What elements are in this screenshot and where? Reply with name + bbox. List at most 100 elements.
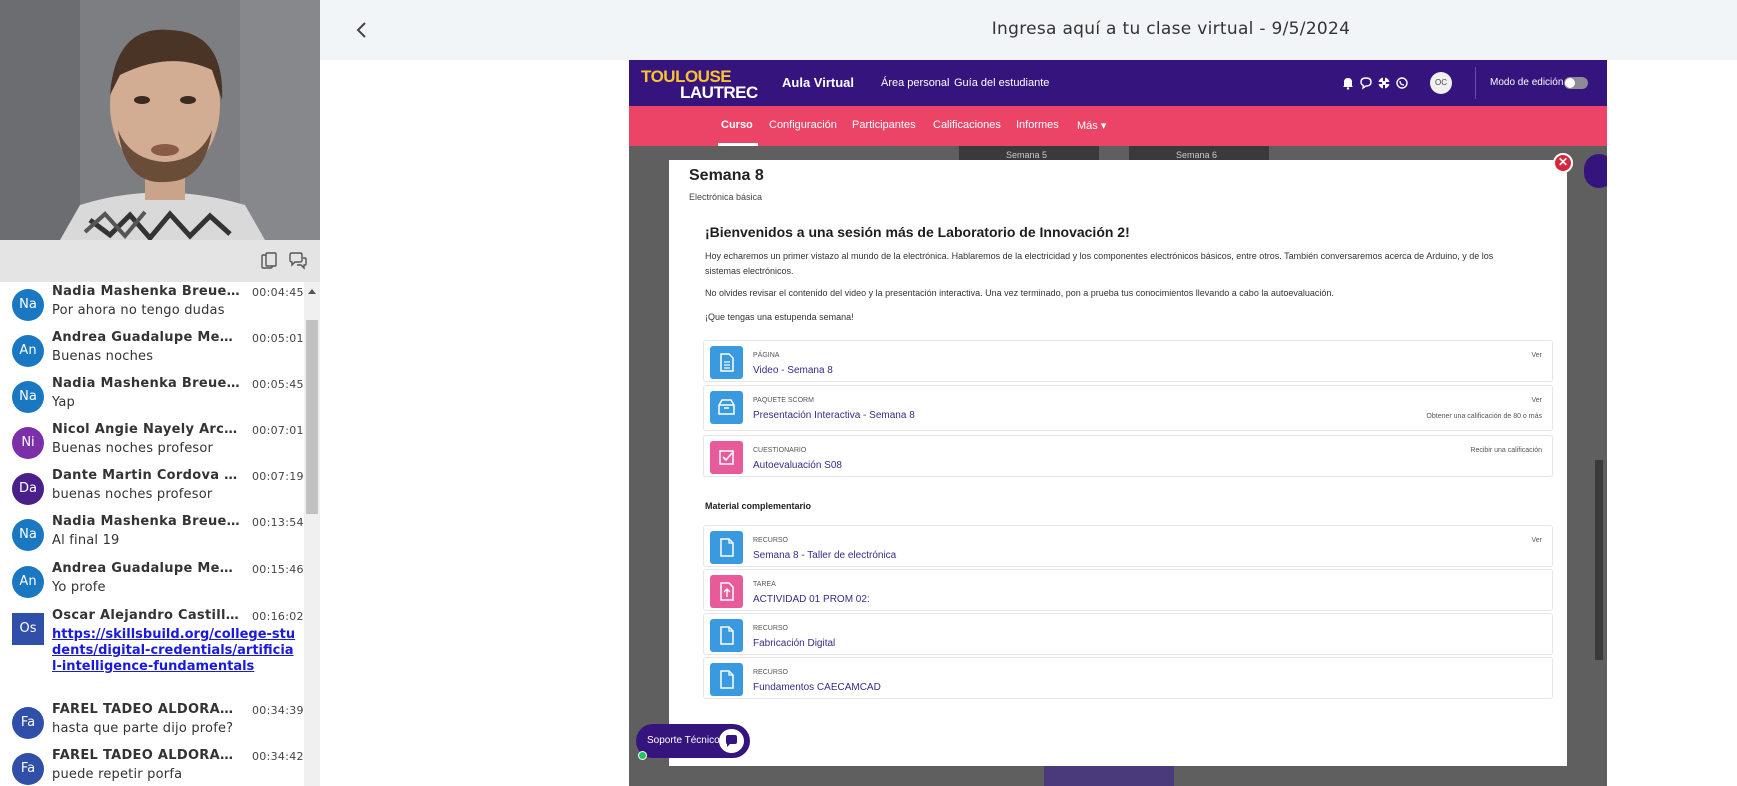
session-title: Ingresa aquí a tu clase virtual - 9/5/20…: [991, 19, 1351, 39]
activity-link[interactable]: Autoevaluación S08: [753, 460, 842, 471]
tab-configuracion[interactable]: Configuración: [769, 119, 837, 131]
edit-mode-toggle[interactable]: [1564, 77, 1588, 89]
intro-paragraph: Hoy echaremos un primer vistazo al mundo…: [705, 251, 1494, 276]
chat-bubbles-icon[interactable]: [288, 251, 308, 271]
navbar-divider: [1475, 67, 1476, 99]
file-icon: [710, 531, 743, 564]
assignment-icon: [710, 575, 743, 608]
message-link[interactable]: https://skillsbuild.org/college-students…: [52, 627, 298, 675]
help-lifebuoy-icon[interactable]: [1377, 76, 1391, 90]
section-heading: Material complementario: [705, 501, 812, 511]
bell-icon[interactable]: [1341, 76, 1355, 90]
completion-requirement: Ver: [1531, 397, 1542, 404]
avatar: Na: [12, 289, 44, 321]
sender-name: FAREL TADEO ALDORAD...: [52, 748, 242, 763]
copy-icon[interactable]: [259, 251, 279, 271]
close-icon[interactable]: ✕: [1553, 153, 1573, 173]
sender-name: FAREL TADEO ALDORAD...: [52, 702, 242, 717]
chat-message: Na Nadia Mashenka Breuer ... 00:05:45 Yap: [0, 374, 304, 420]
tab-calificaciones[interactable]: Calificaciones: [933, 119, 1001, 131]
avatar: Ni: [12, 427, 44, 459]
activity-link[interactable]: Video - Semana 8: [753, 365, 833, 376]
message-timestamp: 00:05:45: [252, 378, 304, 391]
activity-row[interactable]: PÁGINA Video - Semana 8 Ver: [703, 340, 1553, 382]
chevron-down-icon: ▾: [1100, 120, 1107, 132]
drawer-toggle[interactable]: [1584, 154, 1607, 188]
session-header: Ingresa aquí a tu clase virtual - 9/5/20…: [320, 0, 1737, 60]
message-timestamp: 00:13:54: [252, 516, 304, 529]
activity-type: RECURSO: [753, 669, 789, 676]
message-text: hasta que parte dijo profe?: [52, 721, 234, 736]
avatar: Fa: [12, 707, 44, 739]
chat-scrollbar[interactable]: [304, 282, 320, 786]
nav-area-personal[interactable]: Área personal: [881, 77, 950, 89]
left-panel: Na Nadia Mashenka Breuer ... 00:04:45 Por a…: [0, 0, 320, 786]
activity-link[interactable]: Semana 8 - Taller de electrónica: [753, 550, 896, 561]
support-button[interactable]: Soporte Técnico: [636, 724, 750, 760]
nav-guia-estudiante[interactable]: Guía del estudiante: [954, 77, 1049, 89]
support-label: Soporte Técnico: [647, 735, 720, 746]
message-text: Por ahora no tengo dudas: [52, 303, 225, 318]
sender-name: Nadia Mashenka Breuer ...: [52, 284, 242, 299]
message-text: Yo profe: [52, 580, 106, 595]
activity-type: CUESTIONARIO: [753, 447, 807, 454]
scroll-up-icon[interactable]: [308, 289, 316, 294]
activity-type: TAREA: [753, 581, 776, 588]
instructions-paragraph: No olvides revisar el contenido del vide…: [705, 288, 1334, 298]
modal-title: Semana 8: [689, 167, 764, 184]
whatsapp-icon[interactable]: [1395, 76, 1409, 90]
activity-row[interactable]: RECURSO Semana 8 - Taller de electrónica V…: [703, 525, 1553, 567]
activity-link[interactable]: Presentación Interactiva - Semana 8: [753, 410, 915, 421]
webcam-video: [0, 0, 320, 240]
completion-note: Obtener una calificación de 80 o más: [1426, 413, 1542, 420]
activity-type: PAQUETE SCORM: [753, 397, 814, 404]
course-secondary-nav: Curso Configuración Participantes Califi…: [629, 106, 1607, 146]
activity-link[interactable]: Fundamentos CAECAMCAD: [753, 682, 881, 693]
activity-type: PÁGINA: [753, 352, 780, 359]
message-timestamp: 00:07:19: [252, 470, 304, 483]
activity-link[interactable]: ACTIVIDAD 01 PROM 02:: [753, 594, 870, 605]
shared-screen: TOULOUSE LAUTREC Aula Virtual Área perso…: [472, 60, 1737, 786]
chat-message: An Andrea Guadalupe Mena... 00:15:46 Yo pro…: [0, 559, 304, 605]
message-timestamp: 00:07:01: [252, 424, 304, 437]
moodle-page: TOULOUSE LAUTREC Aula Virtual Área perso…: [629, 60, 1607, 786]
avatar: Da: [12, 473, 44, 505]
message-text: Buenas noches profesor: [52, 441, 214, 456]
activity-row[interactable]: PAQUETE SCORM Presentación Interactiva - …: [703, 385, 1553, 431]
sender-name: Nicol Angie Nayely Arca...: [52, 422, 242, 437]
chat-toolbar: [0, 240, 320, 282]
sender-name: Andrea Guadalupe Mena...: [52, 330, 242, 345]
tab-informes[interactable]: Informes: [1016, 119, 1059, 131]
user-avatar[interactable]: OC: [1430, 72, 1452, 94]
message-text: puede repetir porfa: [52, 767, 183, 782]
tab-curso[interactable]: Curso: [721, 119, 753, 131]
activity-type: RECURSO: [753, 537, 789, 544]
message-timestamp: 00:16:02: [252, 610, 304, 623]
page-scrollbar[interactable]: [1595, 460, 1603, 660]
activity-row[interactable]: RECURSO Fabricación Digital: [703, 613, 1553, 655]
chat-message: An Andrea Guadalupe Mena... 00:05:01 Buenas…: [0, 328, 304, 374]
background-week-label: Semana 5: [1006, 150, 1048, 160]
messages-icon[interactable]: [1359, 76, 1373, 90]
activity-link[interactable]: Fabricación Digital: [753, 638, 835, 649]
completion-requirement: Recibir una calificación: [1470, 447, 1542, 454]
quiz-icon: [710, 441, 743, 474]
scroll-thumb[interactable]: [306, 320, 318, 514]
file-icon: [710, 663, 743, 696]
chat-message: Na Nadia Mashenka Breuer ... 00:13:54 Al fi…: [0, 512, 304, 558]
tab-participantes[interactable]: Participantes: [852, 119, 916, 131]
activity-row[interactable]: RECURSO Fundamentos CAECAMCAD: [703, 657, 1553, 699]
message-timestamp: 00:05:01: [252, 332, 304, 345]
activity-row[interactable]: CUESTIONARIO Autoevaluación S08 Recibir un…: [703, 435, 1553, 477]
avatar: An: [12, 335, 44, 367]
background-image: [1044, 764, 1174, 786]
sender-name: Dante Martin Cordova M...: [52, 468, 242, 483]
chat-message: Da Dante Martin Cordova M... 00:07:19 buena…: [0, 466, 304, 512]
activity-row[interactable]: TAREA ACTIVIDAD 01 PROM 02:: [703, 569, 1553, 611]
avatar: Na: [12, 381, 44, 413]
chat-bubble-icon: [719, 729, 744, 753]
tab-mas[interactable]: Más ▾: [1077, 119, 1106, 132]
toulouse-lautrec-logo[interactable]: TOULOUSE LAUTREC: [641, 67, 769, 102]
sender-name: Oscar Alejandro Castillo...: [52, 608, 242, 623]
avatar: Fa: [12, 753, 44, 785]
